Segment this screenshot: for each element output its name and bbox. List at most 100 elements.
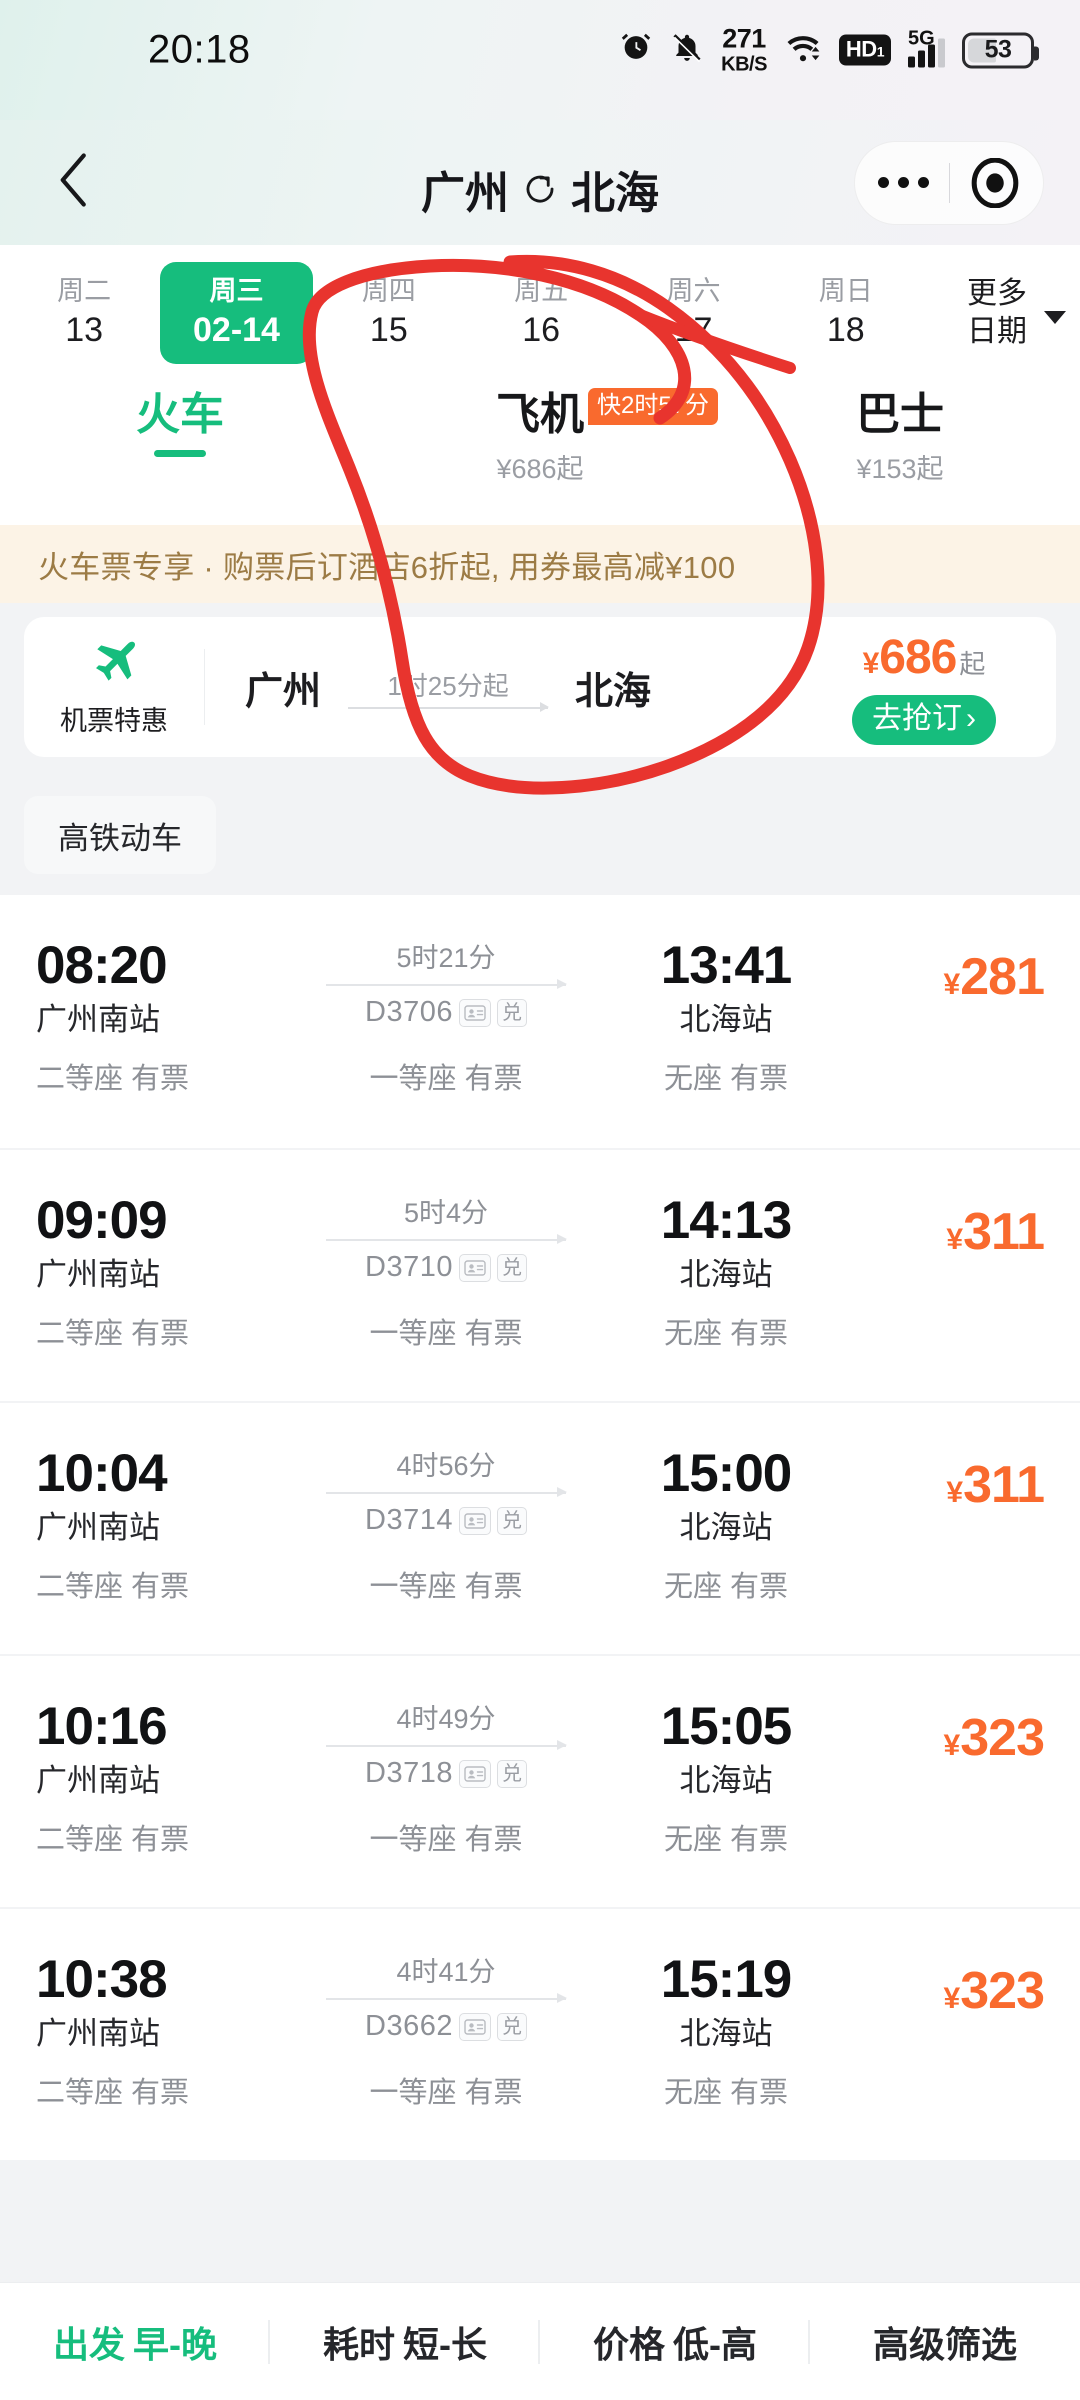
date-item-2[interactable]: 周四 15	[313, 262, 465, 364]
status-bar-clock: 20:18	[148, 27, 251, 72]
price-value: 323	[960, 1709, 1045, 1767]
arrival-time: 15:19	[660, 1950, 793, 2009]
exchange-badge: 兑	[496, 1253, 527, 1282]
seat-class-standing: 无座 有票	[663, 1063, 789, 1095]
arrival-time: 15:00	[660, 1444, 793, 1503]
train-arrival: 15:05 北海站	[596, 1700, 856, 1796]
train-row-main: 08:20 广州南站 5时21分 D3706 兑 13:41 北海站 ¥ 281	[36, 895, 1045, 1035]
date-item-4[interactable]: 周六 17	[617, 262, 769, 364]
tab-flight-price: ¥686起	[496, 454, 584, 485]
date-weekday: 周五	[514, 276, 569, 306]
arrival-time: 13:41	[660, 936, 793, 995]
train-price: ¥ 323	[944, 1961, 1045, 2021]
train-departure: 08:20 广州南站	[36, 939, 296, 1035]
tab-train-label: 火车	[136, 390, 224, 439]
train-number-block: D3718 兑	[365, 1757, 527, 1790]
sort-duration-button[interactable]: 耗时 短-长	[270, 2316, 540, 2368]
transport-tabs: 火车 飞机 快2时57分 ¥686起 巴士 ¥153起	[0, 380, 1080, 525]
exchange-badge: 兑	[496, 2012, 527, 2041]
departure-station: 广州南站	[36, 1257, 160, 1292]
filter-chip-highspeed[interactable]: 高铁动车	[24, 796, 216, 874]
chevron-down-icon	[1043, 310, 1066, 324]
exchange-badge: 兑	[496, 1759, 527, 1788]
currency-symbol: ¥	[943, 968, 961, 1001]
train-list: 08:20 广州南站 5时21分 D3706 兑 13:41 北海站 ¥ 281…	[0, 895, 1080, 2160]
flight-promo-wrapper: 机票特惠 广州 1时25分起 北海 ¥ 686 起 去抢订 ›	[0, 603, 1080, 775]
table-row[interactable]: 08:20 广州南站 5时21分 D3706 兑 13:41 北海站 ¥ 281…	[0, 895, 1080, 1148]
date-selector: 周二 13 周三 02-14 周四 15 周五 16 周六 17 周日 18 更…	[0, 245, 1080, 380]
flight-promo-card[interactable]: 机票特惠 广州 1时25分起 北海 ¥ 686 起 去抢订 ›	[24, 617, 1056, 757]
flight-promo-tag: 机票特惠	[24, 636, 204, 738]
hd-voice-icon: HD 1	[838, 34, 891, 66]
price-value: 311	[963, 1456, 1045, 1514]
train-seat-availability: 二等座 有票 一等座 有票 无座 有票	[36, 2049, 1044, 2108]
tab-flight[interactable]: 飞机 快2时57分 ¥686起	[360, 380, 720, 486]
tab-bus-label: 巴士	[856, 390, 944, 439]
id-card-icon	[458, 998, 491, 1027]
battery-level-label: 53	[984, 35, 1012, 64]
train-duration: 4时41分	[396, 1957, 496, 1987]
date-weekday: 周三	[209, 276, 264, 306]
table-row[interactable]: 09:09 广州南站 5时4分 D3710 兑 14:13 北海站 ¥ 311 …	[0, 1148, 1080, 1401]
date-day: 13	[65, 311, 104, 349]
advanced-filter-button[interactable]: 高级筛选	[810, 2316, 1080, 2368]
tab-bus[interactable]: 巴士 ¥153起	[720, 380, 1080, 486]
destination-city-label: 北海	[571, 168, 659, 218]
table-row[interactable]: 10:38 广州南站 4时41分 D3662 兑 15:19 北海站 ¥ 323…	[0, 1907, 1080, 2160]
price-value: 323	[960, 1962, 1045, 2020]
route-arrow-icon	[326, 1487, 567, 1497]
arrival-time: 15:05	[660, 1697, 793, 1756]
train-arrival: 15:00 北海站	[596, 1447, 856, 1543]
promo-ribbon[interactable]: 火车票专享 · 购票后订酒店6折起, 用券最高减¥100	[0, 525, 1080, 603]
mini-program-capsule	[854, 140, 1044, 225]
sort-departure-option: 早-晚	[133, 2323, 217, 2365]
wifi-icon	[784, 31, 822, 70]
departure-time: 08:20	[36, 936, 168, 995]
route-arrow-icon	[348, 701, 550, 712]
train-duration-block: 4时56分 D3714 兑	[296, 1447, 596, 1537]
back-button[interactable]	[40, 148, 110, 218]
mini-program-close-icon[interactable]	[950, 157, 1040, 208]
more-dates-line1: 更多	[966, 276, 1027, 310]
train-duration: 4时49分	[396, 1704, 496, 1734]
book-now-button[interactable]: 去抢订 ›	[852, 694, 996, 745]
more-dates-button[interactable]: 更多 日期	[922, 262, 1072, 364]
battery-icon: 53	[962, 32, 1039, 68]
table-row[interactable]: 10:04 广州南站 4时56分 D3714 兑 15:00 北海站 ¥ 311…	[0, 1401, 1080, 1654]
train-seat-availability: 二等座 有票 一等座 有票 无座 有票	[36, 1035, 1044, 1094]
date-item-5[interactable]: 周日 18	[770, 262, 922, 364]
train-duration: 4时56分	[396, 1451, 496, 1481]
seat-class-second: 二等座 有票	[36, 1824, 190, 1856]
more-dots-icon[interactable]	[859, 177, 949, 188]
table-row[interactable]: 10:16 广州南站 4时49分 D3718 兑 15:05 北海站 ¥ 323…	[0, 1654, 1080, 1907]
tab-train[interactable]: 火车	[0, 380, 360, 458]
back-chevron-icon	[54, 152, 96, 213]
date-day: 17	[674, 311, 713, 349]
train-price: ¥ 281	[943, 947, 1045, 1007]
id-card-icon	[458, 1253, 491, 1282]
arrival-station: 北海站	[679, 1510, 773, 1545]
exchange-badge: 兑	[496, 1506, 527, 1535]
sort-price-button[interactable]: 价格 低-高	[540, 2316, 810, 2368]
currency-symbol: ¥	[862, 646, 880, 680]
train-price-block: ¥ 311	[856, 1447, 1045, 1515]
train-row-main: 09:09 广州南站 5时4分 D3710 兑 14:13 北海站 ¥ 311	[36, 1150, 1045, 1292]
date-weekday: 周六	[666, 276, 721, 306]
list-bottom-spacer	[0, 2160, 1080, 2216]
date-item-0[interactable]: 周二 13	[8, 262, 160, 364]
train-duration-block: 4时49分 D3718 兑	[296, 1700, 596, 1790]
train-number: D3662	[365, 2010, 453, 2042]
date-item-1-selected[interactable]: 周三 02-14	[160, 261, 313, 364]
promo-ribbon-text: 火车票专享 · 购票后订酒店6折起, 用券最高减¥100	[38, 549, 736, 585]
arrival-station: 北海站	[679, 1763, 773, 1798]
sort-departure-button[interactable]: 出发 早-晚	[0, 2316, 270, 2368]
date-item-3[interactable]: 周五 16	[465, 262, 617, 364]
bell-muted-icon	[670, 31, 704, 70]
seat-class-first: 一等座 有票	[369, 1063, 523, 1095]
train-row-main: 10:16 广州南站 4时49分 D3718 兑 15:05 北海站 ¥ 323	[36, 1656, 1045, 1796]
flight-promo-route: 广州 1时25分起 北海	[205, 660, 806, 715]
train-price-block: ¥ 281	[856, 939, 1045, 1007]
train-number-block: D3710 兑	[365, 1251, 527, 1284]
swap-round-trip-icon	[523, 172, 557, 206]
seat-class-standing: 无座 有票	[663, 1318, 789, 1350]
